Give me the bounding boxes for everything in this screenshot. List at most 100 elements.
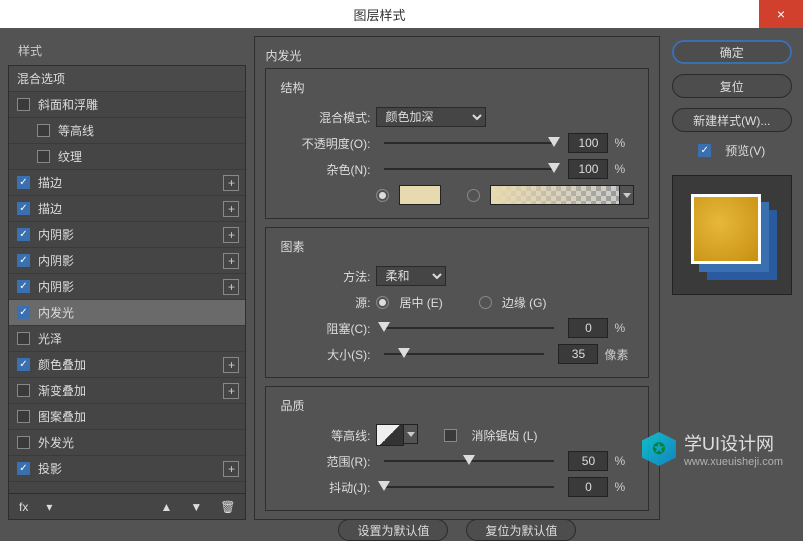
move-down-icon[interactable]: ▼	[190, 500, 202, 514]
style-row[interactable]: 内阴影+	[9, 274, 245, 300]
watermark-icon: ✪	[642, 432, 676, 466]
reset-default-button[interactable]: 复位为默认值	[466, 519, 576, 541]
style-label: 投影	[38, 460, 62, 477]
antialias-checkbox[interactable]	[444, 429, 457, 442]
noise-unit: %	[614, 162, 634, 176]
contour-picker[interactable]	[376, 424, 404, 446]
style-checkbox[interactable]	[17, 228, 30, 241]
style-row[interactable]: 混合选项	[9, 66, 245, 92]
cancel-button[interactable]: 复位	[672, 74, 792, 98]
size-label: 大小(S):	[280, 346, 370, 363]
choke-value[interactable]: 0	[568, 318, 608, 338]
style-checkbox[interactable]	[17, 176, 30, 189]
range-slider[interactable]	[384, 454, 554, 468]
quality-group: 品质 等高线: 消除锯齿 (L) 范围(R): 50 % 抖动(J): 0 %	[265, 386, 649, 511]
style-row[interactable]: 渐变叠加 +	[9, 378, 245, 404]
style-row[interactable]: 投影 +	[9, 456, 245, 482]
add-effect-icon[interactable]: +	[223, 383, 239, 399]
add-effect-icon[interactable]: +	[223, 253, 239, 269]
style-row[interactable]: 内阴影 +	[9, 248, 245, 274]
make-default-button[interactable]: 设置为默认值	[338, 519, 448, 541]
style-label: 渐变叠加	[38, 382, 86, 399]
chevron-down-icon[interactable]: ▾	[46, 500, 52, 514]
add-effect-icon[interactable]: +	[223, 279, 239, 295]
jitter-label: 抖动(J):	[280, 479, 370, 496]
new-style-button[interactable]: 新建样式(W)...	[672, 108, 792, 132]
style-checkbox[interactable]	[37, 150, 50, 163]
style-checkbox[interactable]	[17, 462, 30, 475]
close-button[interactable]: ×	[759, 0, 803, 28]
source-center-radio[interactable]	[376, 296, 389, 309]
range-value[interactable]: 50	[568, 451, 608, 471]
style-label: 描边	[38, 174, 62, 191]
style-label: 斜面和浮雕	[38, 96, 98, 113]
source-edge-radio[interactable]	[479, 296, 492, 309]
style-checkbox[interactable]	[17, 98, 30, 111]
ok-button[interactable]: 确定	[672, 40, 792, 64]
choke-label: 阻塞(C):	[280, 320, 370, 337]
range-unit: %	[614, 454, 634, 468]
noise-slider[interactable]	[384, 162, 554, 176]
watermark-title: 学UI设计网	[684, 430, 783, 456]
styles-list: 混合选项斜面和浮雕等高线纹理描边+描边+内阴影+内阴影+内阴影+内发光光泽颜色叠…	[8, 65, 246, 494]
style-row[interactable]: 外发光	[9, 430, 245, 456]
style-row[interactable]: 纹理	[9, 144, 245, 170]
size-value[interactable]: 35	[558, 344, 598, 364]
style-row[interactable]: 等高线	[9, 118, 245, 144]
color-swatch[interactable]	[399, 185, 441, 205]
style-checkbox[interactable]	[17, 254, 30, 267]
panel-title: 内发光	[265, 43, 649, 68]
jitter-slider[interactable]	[384, 480, 554, 494]
trash-icon[interactable]: 🗑	[220, 500, 235, 514]
noise-value[interactable]: 100	[568, 159, 608, 179]
add-effect-icon[interactable]: +	[223, 357, 239, 373]
fx-menu[interactable]: fx	[19, 500, 28, 514]
style-checkbox[interactable]	[17, 332, 30, 345]
add-effect-icon[interactable]: +	[223, 175, 239, 191]
gradient-swatch[interactable]	[490, 185, 620, 205]
choke-unit: %	[614, 321, 634, 335]
style-checkbox[interactable]	[37, 124, 50, 137]
style-label: 等高线	[58, 122, 94, 139]
style-label: 内发光	[38, 304, 74, 321]
style-checkbox[interactable]	[17, 410, 30, 423]
opacity-value[interactable]: 100	[568, 133, 608, 153]
styles-column: 样式 混合选项斜面和浮雕等高线纹理描边+描边+内阴影+内阴影+内阴影+内发光光泽…	[8, 36, 246, 520]
style-row[interactable]: 光泽	[9, 326, 245, 352]
preview-checkbox[interactable]	[698, 144, 711, 157]
move-up-icon[interactable]: ▲	[160, 500, 172, 514]
style-checkbox[interactable]	[17, 306, 30, 319]
style-row[interactable]: 颜色叠加+	[9, 352, 245, 378]
gradient-dropdown-icon[interactable]	[620, 185, 634, 205]
add-effect-icon[interactable]: +	[223, 461, 239, 477]
style-row[interactable]: 描边 +	[9, 170, 245, 196]
technique-select[interactable]: 柔和	[376, 266, 446, 286]
style-row[interactable]: 内发光	[9, 300, 245, 326]
style-checkbox[interactable]	[17, 202, 30, 215]
jitter-value[interactable]: 0	[568, 477, 608, 497]
style-checkbox[interactable]	[17, 436, 30, 449]
contour-dropdown-icon[interactable]	[404, 424, 418, 444]
source-label: 源:	[280, 294, 370, 311]
choke-slider[interactable]	[384, 321, 554, 335]
preview-thumbnail	[672, 175, 792, 295]
blend-mode-select[interactable]: 颜色加深	[376, 107, 486, 127]
range-label: 范围(R):	[280, 453, 370, 470]
style-row[interactable]: 内阴影+	[9, 222, 245, 248]
style-row[interactable]: 描边+	[9, 196, 245, 222]
style-checkbox[interactable]	[17, 358, 30, 371]
style-label: 内阴影	[38, 252, 74, 269]
add-effect-icon[interactable]: +	[223, 201, 239, 217]
style-checkbox[interactable]	[17, 384, 30, 397]
opacity-slider[interactable]	[384, 136, 554, 150]
structure-title: 结构	[280, 79, 634, 96]
style-label: 混合选项	[17, 70, 65, 87]
add-effect-icon[interactable]: +	[223, 227, 239, 243]
gradient-radio[interactable]	[467, 189, 480, 202]
style-row[interactable]: 斜面和浮雕	[9, 92, 245, 118]
size-slider[interactable]	[384, 347, 544, 361]
style-row[interactable]: 图案叠加	[9, 404, 245, 430]
style-checkbox[interactable]	[17, 280, 30, 293]
color-radio[interactable]	[376, 189, 389, 202]
default-buttons: 设置为默认值 复位为默认值	[265, 519, 649, 541]
